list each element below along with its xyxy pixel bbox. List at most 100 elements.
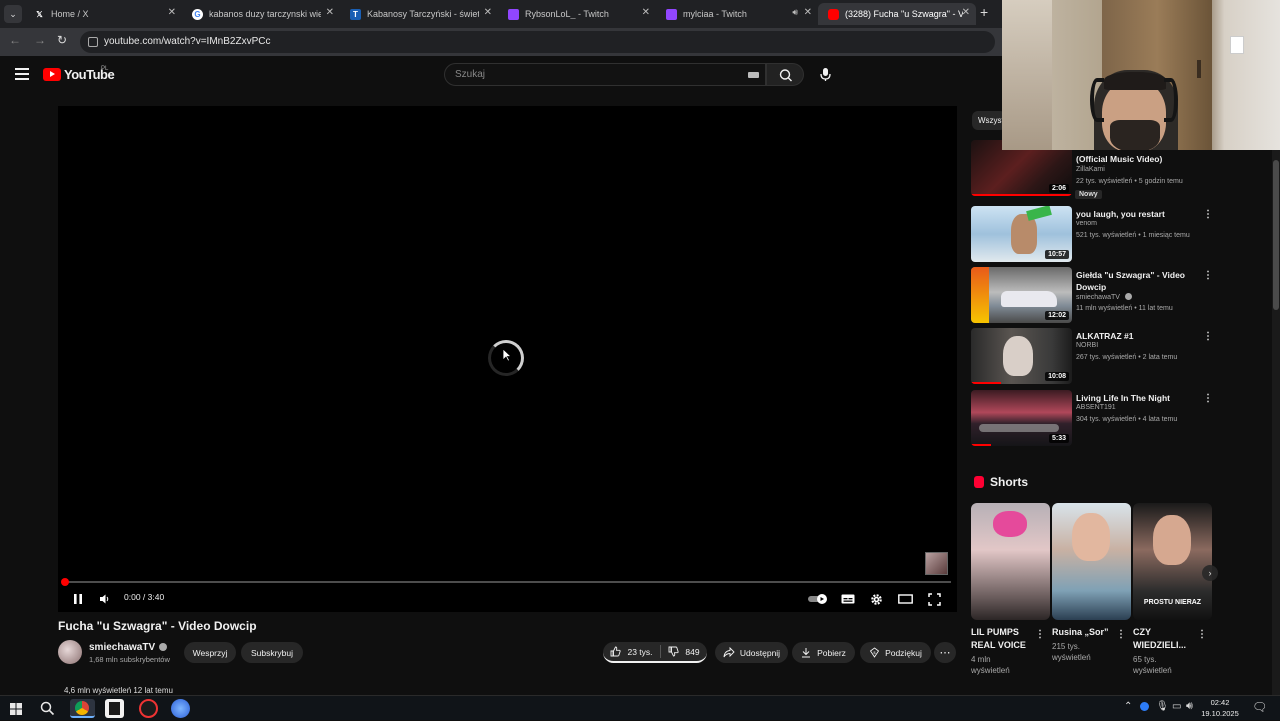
close-tab-icon[interactable]: ✕ xyxy=(484,7,492,18)
thanks-button[interactable]: $ Podziękuj xyxy=(860,642,931,663)
browser-tab[interactable]: 𝕏 Home / X ✕ xyxy=(24,3,182,25)
dislike-button[interactable]: 849 xyxy=(661,646,707,657)
channel-name-text: smiechawaTV xyxy=(89,642,156,653)
obs-taskbar-button[interactable] xyxy=(139,699,158,718)
shorts-next-button[interactable]: › xyxy=(1202,565,1218,581)
reload-icon[interactable]: ↻ xyxy=(57,33,67,47)
tab-title: RybsonLoL_ - Twitch xyxy=(525,9,609,19)
video-thumbnail[interactable]: 5:33 xyxy=(971,390,1072,446)
short-views: 215 tys. wyświetleń xyxy=(1052,642,1091,662)
more-vertical-icon[interactable]: ⋮ xyxy=(1035,629,1045,640)
more-vertical-icon[interactable]: ⋮ xyxy=(1203,331,1213,342)
browser-tab[interactable]: G kabanos duzy tarczynski wieprz ✕ xyxy=(182,3,340,25)
short-views: 4 mln wyświetleń xyxy=(971,655,1010,675)
address-bar[interactable]: youtube.com/watch?v=IMnB2ZxvPCc xyxy=(80,31,995,53)
gear-icon xyxy=(871,593,882,605)
scrollbar-thumb[interactable] xyxy=(1273,160,1279,310)
fullscreen-icon xyxy=(928,592,941,606)
recommendation-meta: 304 tys. wyświetleń • 4 lata temu xyxy=(1076,416,1178,423)
search-icon[interactable] xyxy=(40,701,55,721)
notification-icon[interactable]: 🗨︎ xyxy=(1252,700,1267,714)
browser-tab[interactable]: T Kabanosy Tarczyński - świetna ✕ xyxy=(340,3,498,25)
video-player[interactable]: 0:00 / 3:40 xyxy=(58,106,957,612)
more-vertical-icon[interactable]: ⋮ xyxy=(1203,270,1213,281)
tray-app-icon[interactable] xyxy=(1140,702,1149,711)
new-tab-button[interactable]: + xyxy=(980,4,988,20)
close-tab-icon[interactable]: ✕ xyxy=(804,7,812,18)
browser-tab[interactable]: RybsonLoL_ - Twitch ✕ xyxy=(498,3,656,25)
webcam-overlay xyxy=(1002,0,1280,150)
forward-icon[interactable]: → xyxy=(34,33,46,47)
browser-tab-active[interactable]: (3288) Fucha "u Szwagra" - Vide ✕ xyxy=(818,3,976,25)
more-vertical-icon[interactable]: ⋮ xyxy=(1203,393,1213,404)
x-logo-icon: 𝕏 xyxy=(36,9,43,19)
recommendation-item[interactable]: 12:02 Giełda "u Szwagra" - Video Dowcip … xyxy=(971,267,1213,323)
download-label: Pobierz xyxy=(817,647,846,658)
search-input[interactable] xyxy=(455,64,735,85)
volume-icon xyxy=(100,594,109,604)
recommendation-item[interactable]: 10:08 ALKATRAZ #1 NORBI 267 tys. wyświet… xyxy=(971,328,1213,384)
shorts-icon xyxy=(974,476,984,488)
video-thumbnail[interactable]: 12:02 xyxy=(971,267,1072,323)
twitch-icon xyxy=(666,8,677,20)
like-button[interactable]: 23 tys. xyxy=(603,646,660,657)
site-info-icon[interactable] xyxy=(88,37,98,47)
settings-button[interactable] xyxy=(870,590,883,608)
app-taskbar-button[interactable] xyxy=(171,699,190,718)
channel-watermark[interactable] xyxy=(925,552,948,575)
close-tab-icon[interactable]: ✕ xyxy=(962,7,970,18)
short-thumbnail[interactable] xyxy=(1052,503,1131,620)
close-tab-icon[interactable]: ✕ xyxy=(642,7,650,18)
recommendation-title: Giełda "u Szwagra" - Video Dowcip xyxy=(1076,270,1185,292)
fullscreen-button[interactable] xyxy=(928,590,941,608)
more-vertical-icon[interactable]: ⋮ xyxy=(1116,629,1126,640)
video-thumbnail[interactable]: 10:08 xyxy=(971,328,1072,384)
close-tab-icon[interactable]: ✕ xyxy=(168,7,176,18)
tab-search-button[interactable]: ⌄ xyxy=(4,5,22,23)
channel-name[interactable]: smiechawaTV xyxy=(89,642,168,653)
taskbar: ⌃ 🎙︎ ▭ 🔊︎ 02:42 19.10.2025 🗨︎ xyxy=(0,695,1280,720)
short-thumbnail[interactable] xyxy=(971,503,1050,620)
more-actions-button[interactable]: ⋯ xyxy=(934,642,956,663)
more-vertical-icon[interactable]: ⋮ xyxy=(1197,629,1207,640)
speaker-icon[interactable]: 🔊︎ xyxy=(792,7,798,18)
share-button[interactable]: Udostępnij xyxy=(715,642,788,663)
download-button[interactable]: Pobierz xyxy=(792,642,855,663)
windows-start-icon[interactable] xyxy=(10,702,22,715)
browser-tab[interactable]: mylciaa - Twitch 🔊︎ ✕ xyxy=(656,3,818,25)
subscribe-button[interactable]: Subskrybuj xyxy=(241,642,303,663)
subtitles-button[interactable] xyxy=(841,590,855,608)
close-tab-icon[interactable]: ✕ xyxy=(326,7,334,18)
short-thumbnail[interactable]: PROSTU NIERAZ xyxy=(1133,503,1212,620)
back-icon[interactable]: ← xyxy=(9,33,21,47)
filter-chip-all[interactable]: Wszystko xyxy=(972,111,1006,130)
join-button[interactable]: Wesprzyj xyxy=(184,642,236,663)
progress-scrubber[interactable] xyxy=(61,578,69,586)
region-code: PL xyxy=(101,66,109,72)
progress-bar[interactable] xyxy=(64,581,951,583)
chrome-taskbar-button[interactable] xyxy=(70,699,95,718)
microphone-icon[interactable]: 🎙︎ xyxy=(1156,701,1169,712)
theater-mode-button[interactable] xyxy=(898,590,913,608)
pause-button[interactable] xyxy=(72,590,84,608)
autoplay-toggle[interactable] xyxy=(807,590,829,608)
recommendation-item[interactable]: 10:57 you laugh, you restart venom 521 t… xyxy=(971,206,1213,262)
search-button[interactable] xyxy=(766,63,804,86)
volume-icon[interactable]: 🔊︎ xyxy=(1186,700,1193,713)
recommendation-item[interactable]: 5:33 Living Life In The Night ABSENT191 … xyxy=(971,390,1213,446)
video-thumbnail[interactable]: 10:57 xyxy=(971,206,1072,262)
recommendation-channel: venom xyxy=(1076,220,1098,227)
more-vertical-icon[interactable]: ⋮ xyxy=(1203,209,1213,220)
notepad-taskbar-button[interactable] xyxy=(105,699,124,718)
voice-search-button[interactable] xyxy=(817,66,834,83)
page-scrollbar[interactable] xyxy=(1272,150,1280,695)
volume-button[interactable] xyxy=(99,590,111,608)
mouse-cursor-icon xyxy=(502,348,512,362)
network-icon[interactable]: ▭ xyxy=(1172,701,1181,712)
chevron-up-icon[interactable]: ⌃ xyxy=(1124,701,1132,712)
system-clock[interactable]: 02:42 19.10.2025 xyxy=(1196,697,1244,719)
keyboard-icon[interactable] xyxy=(748,72,759,78)
channel-avatar[interactable] xyxy=(58,640,82,664)
like-count: 23 tys. xyxy=(627,646,653,657)
menu-icon[interactable] xyxy=(15,68,29,80)
